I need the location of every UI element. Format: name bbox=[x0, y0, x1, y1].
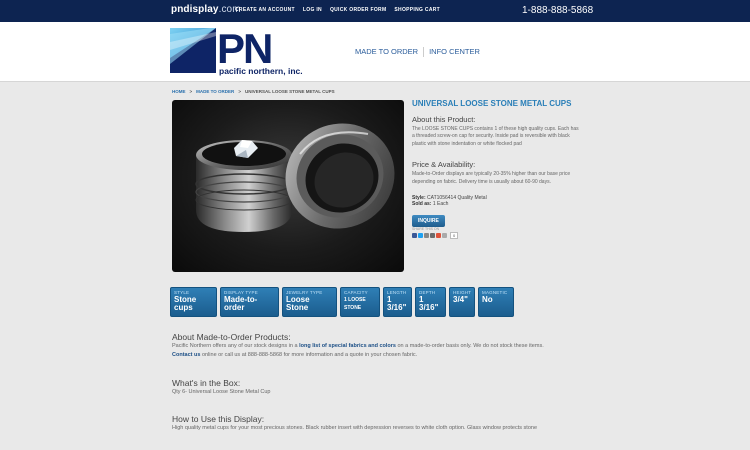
how-to-use-heading: How to Use this Display: bbox=[172, 414, 265, 424]
made-to-order-text: Pacific Northern offers any of our stock… bbox=[172, 342, 592, 360]
attr-tile-style: STYLE Stone cups bbox=[170, 287, 217, 317]
attr-value: Made-to-order bbox=[224, 295, 258, 312]
attr-value: 1 LOOSE STONE bbox=[344, 297, 366, 311]
attr-tile-display-type: DISPLAY TYPE Made-to-order bbox=[220, 287, 279, 317]
site-name[interactable]: pndisplay.com bbox=[171, 4, 241, 15]
create-account-link[interactable]: CREATE AN ACCOUNT bbox=[235, 7, 295, 13]
attr-value: No bbox=[482, 295, 493, 304]
sold-line: Sold as: 1 Each bbox=[412, 201, 582, 207]
twitter-icon[interactable] bbox=[418, 233, 423, 238]
attr-tile-depth: DEPTH 1 3/16" bbox=[415, 287, 446, 317]
top-bar: pndisplay.com CREATE AN ACCOUNT LOG IN Q… bbox=[0, 0, 750, 22]
attr-value: Stone cups bbox=[174, 295, 197, 312]
made-to-order-section: About Made-to-Order Products: Pacific No… bbox=[172, 332, 592, 360]
site-brand: pndisplay bbox=[171, 4, 219, 15]
inquire-button[interactable]: INQUIRE bbox=[412, 215, 445, 227]
site-header: PN pacific northern, inc. MADE TO ORDER … bbox=[0, 22, 750, 82]
nav-info-center[interactable]: INFO CENTER bbox=[423, 47, 485, 57]
made-text-part: online or call us at 888-888-5868 for mo… bbox=[200, 352, 418, 358]
email-icon[interactable] bbox=[424, 233, 429, 238]
phone-number: 1-888-888-5868 bbox=[522, 5, 594, 16]
quick-order-link[interactable]: QUICK ORDER FORM bbox=[330, 7, 386, 13]
top-nav: CREATE AN ACCOUNT LOG IN QUICK ORDER FOR… bbox=[235, 7, 448, 13]
facebook-icon[interactable] bbox=[412, 233, 417, 238]
how-to-use-text: High quality metal cups for your most pr… bbox=[172, 425, 538, 431]
whats-in-box-section: What's in the Box: Qty 6- Universal Loos… bbox=[172, 378, 592, 397]
breadcrumb-current: UNIVERSAL LOOSE STONE METAL CUPS bbox=[244, 89, 335, 94]
price-text: Made-to-Order displays are typically 20-… bbox=[412, 171, 571, 185]
nav-made-to-order[interactable]: MADE TO ORDER bbox=[355, 47, 423, 57]
contact-us-link[interactable]: Contact us bbox=[172, 352, 200, 358]
product-info: UNIVERSAL LOOSE STONE METAL CUPS About t… bbox=[412, 99, 582, 239]
print-icon[interactable] bbox=[430, 233, 435, 238]
attr-value: 3/4" bbox=[453, 295, 468, 304]
made-text-part: Pacific Northern offers any of our stock… bbox=[172, 343, 300, 349]
price-heading: Price & Availability: bbox=[412, 160, 476, 169]
whats-in-box-heading: What's in the Box: bbox=[172, 378, 241, 388]
made-to-order-heading: About Made-to-Order Products: bbox=[172, 332, 291, 342]
attr-tile-jewelry-type: JEWELRY TYPE Loose Stone bbox=[282, 287, 337, 317]
product-title: UNIVERSAL LOOSE STONE METAL CUPS bbox=[412, 99, 572, 108]
attribute-tiles: STYLE Stone cups DISPLAY TYPE Made-to-or… bbox=[170, 287, 517, 317]
shopping-cart-link[interactable]: SHOPPING CART bbox=[394, 7, 440, 13]
main-nav: MADE TO ORDER INFO CENTER bbox=[355, 47, 485, 57]
sold-label: Sold as: bbox=[412, 201, 432, 207]
breadcrumb: HOME > MADE TO ORDER > UNIVERSAL LOOSE S… bbox=[172, 89, 339, 94]
attr-tile-height: HEIGHT 3/4" bbox=[449, 287, 475, 317]
attr-value: 1 3/16" bbox=[419, 295, 439, 312]
fabrics-colors-link[interactable]: long list of special fabrics and colors bbox=[299, 343, 396, 349]
more-share-icon[interactable] bbox=[442, 233, 447, 238]
share-label: SHARE THIS ON bbox=[412, 227, 440, 231]
made-text-part: on a made-to-order basis only. We do not… bbox=[395, 343, 544, 349]
about-product-text: The LOOSE STONE CUPS contains 1 of these… bbox=[412, 125, 579, 147]
attr-value: Loose Stone bbox=[286, 295, 310, 312]
attr-tile-capacity: CAPACITY 1 LOOSE STONE bbox=[340, 287, 380, 317]
how-to-use-section: How to Use this Display: High quality me… bbox=[172, 414, 592, 433]
breadcrumb-home[interactable]: HOME bbox=[172, 89, 186, 94]
login-link[interactable]: LOG IN bbox=[303, 7, 322, 13]
attr-tile-length: LENGTH 1 3/16" bbox=[383, 287, 412, 317]
about-product-heading: About this Product: bbox=[412, 114, 476, 124]
share-plus-icon[interactable] bbox=[436, 233, 441, 238]
product-image[interactable] bbox=[172, 100, 404, 272]
company-logo[interactable]: PN pacific northern, inc. bbox=[170, 25, 308, 76]
share-count: 0 bbox=[450, 232, 459, 239]
attr-tile-magnetic: MAGNETIC No bbox=[478, 287, 514, 317]
breadcrumb-separator: > bbox=[189, 89, 193, 94]
sold-value: 1 Each bbox=[432, 201, 449, 207]
share-buttons: 0 bbox=[412, 232, 582, 239]
attr-value: 1 3/16" bbox=[387, 295, 407, 312]
breadcrumb-section[interactable]: MADE TO ORDER bbox=[196, 89, 234, 94]
breadcrumb-separator: > bbox=[238, 89, 241, 94]
whats-in-box-text: Qty 6- Universal Loose Stone Metal Cup bbox=[172, 389, 271, 395]
svg-text:pacific northern, inc.: pacific northern, inc. bbox=[219, 66, 303, 76]
